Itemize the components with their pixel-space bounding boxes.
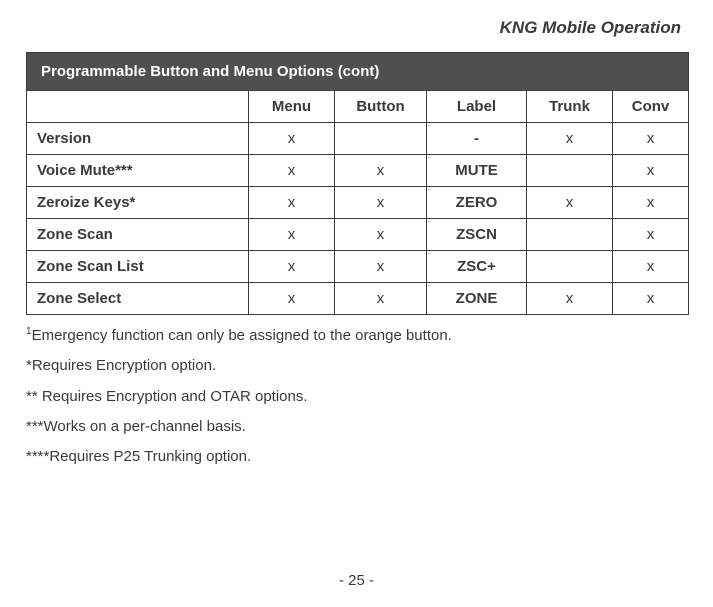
conv-cell: x xyxy=(613,123,689,155)
table-row: Voice Mute*** x x MUTE x xyxy=(27,155,689,187)
table-row: Version x - x x xyxy=(27,123,689,155)
col-trunk: Trunk xyxy=(527,91,613,123)
button-cell xyxy=(335,123,427,155)
footnote-1-text: Emergency function can only be assigned … xyxy=(32,327,452,344)
trunk-cell xyxy=(527,155,613,187)
table-title-cell: Programmable Button and Menu Options (co… xyxy=(27,53,689,91)
footnote-5: ****Requires P25 Trunking option. xyxy=(26,447,687,467)
options-table: Programmable Button and Menu Options (co… xyxy=(26,52,689,315)
table-title-row: Programmable Button and Menu Options (co… xyxy=(27,53,689,91)
label-cell: ZERO xyxy=(427,187,527,219)
table-title-suffix: (cont) xyxy=(338,63,380,80)
menu-cell: x xyxy=(249,251,335,283)
conv-cell: x xyxy=(613,251,689,283)
conv-cell: x xyxy=(613,219,689,251)
label-cell: ZONE xyxy=(427,283,527,315)
col-button: Button xyxy=(335,91,427,123)
label-cell: MUTE xyxy=(427,155,527,187)
menu-cell: x xyxy=(249,123,335,155)
trunk-cell: x xyxy=(527,187,613,219)
trunk-cell: x xyxy=(527,123,613,155)
feature-cell: Voice Mute*** xyxy=(27,155,249,187)
feature-cell: Zeroize Keys* xyxy=(27,187,249,219)
conv-cell: x xyxy=(613,283,689,315)
button-cell: x xyxy=(335,219,427,251)
table-header-row: Menu Button Label Trunk Conv xyxy=(27,91,689,123)
col-label: Label xyxy=(427,91,527,123)
label-cell: - xyxy=(427,123,527,155)
menu-cell: x xyxy=(249,155,335,187)
trunk-cell: x xyxy=(527,283,613,315)
label-cell: ZSCN xyxy=(427,219,527,251)
button-cell: x xyxy=(335,155,427,187)
menu-cell: x xyxy=(249,187,335,219)
button-cell: x xyxy=(335,187,427,219)
trunk-cell xyxy=(527,251,613,283)
menu-cell: x xyxy=(249,283,335,315)
col-feature-blank xyxy=(27,91,249,123)
col-conv: Conv xyxy=(613,91,689,123)
table-row: Zeroize Keys* x x ZERO x x xyxy=(27,187,689,219)
table-row: Zone Scan x x ZSCN x xyxy=(27,219,689,251)
table-row: Zone Select x x ZONE x x xyxy=(27,283,689,315)
conv-cell: x xyxy=(613,155,689,187)
footnote-4: ***Works on a per-channel basis. xyxy=(26,417,687,437)
table-row: Zone Scan List x x ZSC+ x xyxy=(27,251,689,283)
conv-cell: x xyxy=(613,187,689,219)
feature-cell: Zone Scan List xyxy=(27,251,249,283)
feature-cell: Zone Scan xyxy=(27,219,249,251)
page-number: - 25 - xyxy=(0,572,713,589)
footnote-2: *Requires Encryption option. xyxy=(26,356,687,376)
footnote-1: 1Emergency function can only be assigned… xyxy=(26,325,687,346)
menu-cell: x xyxy=(249,219,335,251)
running-head: KNG Mobile Operation xyxy=(26,18,687,38)
label-cell: ZSC+ xyxy=(427,251,527,283)
footnote-3: ** Requires Encryption and OTAR options. xyxy=(26,387,687,407)
col-menu: Menu xyxy=(249,91,335,123)
feature-cell: Version xyxy=(27,123,249,155)
button-cell: x xyxy=(335,283,427,315)
feature-cell: Zone Select xyxy=(27,283,249,315)
footnotes: 1Emergency function can only be assigned… xyxy=(26,325,687,467)
table-title: Programmable Button and Menu Options xyxy=(41,63,334,80)
button-cell: x xyxy=(335,251,427,283)
trunk-cell xyxy=(527,219,613,251)
